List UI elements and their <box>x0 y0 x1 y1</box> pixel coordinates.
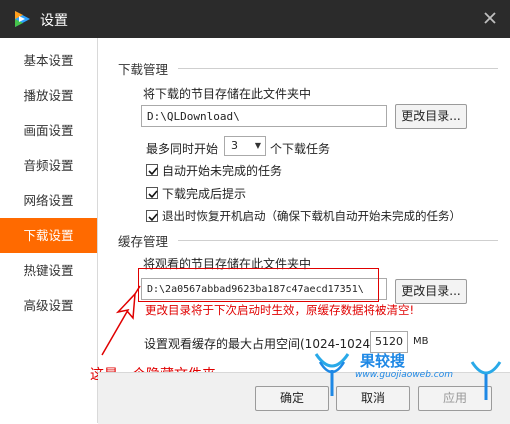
watermark-url: www.guojiaoweb.com <box>355 370 454 380</box>
watermark-text: 果较搜 <box>360 352 406 370</box>
watermark-logo-icon <box>470 361 502 400</box>
watermark-logo-icon <box>314 353 350 396</box>
annotation-arrow-icon <box>101 285 141 356</box>
